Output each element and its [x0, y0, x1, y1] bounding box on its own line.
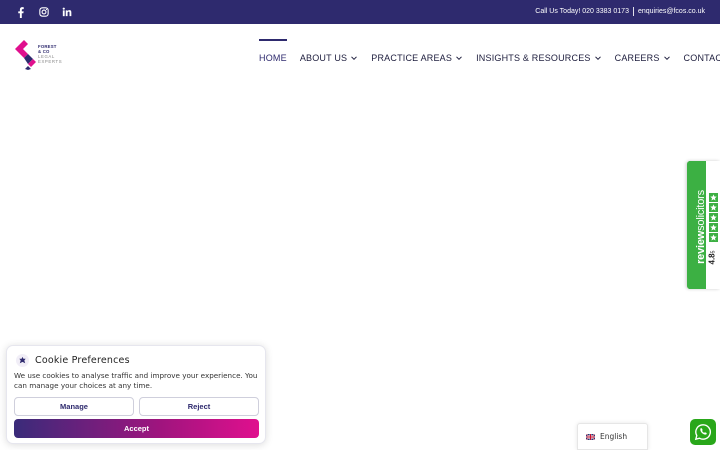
nav-item-about-us[interactable]: ABOUT US — [300, 53, 358, 63]
cookie-banner: Cookie Preferences We use cookies to ana… — [6, 345, 266, 444]
reject-button[interactable]: Reject — [139, 397, 259, 416]
instagram-icon[interactable] — [37, 5, 51, 19]
chevron-down-icon — [594, 56, 601, 61]
review-brand: reviewsolicitors — [695, 172, 707, 282]
star-icon — [709, 193, 718, 202]
rating-value: 4.85 — [708, 251, 717, 265]
cookie-icon — [16, 354, 29, 367]
review-solicitors-widget[interactable]: reviewsolicitors 4.85 — [687, 161, 720, 289]
top-bar: Call Us Today! 020 3383 0173 enquiries@f… — [0, 0, 720, 24]
review-brand-b: solicitors — [695, 190, 707, 231]
nav-item-label: HOME — [259, 53, 287, 63]
contact-info: Call Us Today! 020 3383 0173 enquiries@f… — [535, 7, 705, 16]
chevron-down-icon — [663, 56, 670, 61]
star-rating — [709, 193, 718, 242]
manage-button[interactable]: Manage — [14, 397, 134, 416]
linkedin-icon[interactable] — [60, 5, 74, 19]
cookie-title: Cookie Preferences — [35, 355, 130, 366]
nav-item-home[interactable]: HOME — [259, 39, 287, 63]
nav-item-insights-resources[interactable]: INSIGHTS & RESOURCES — [476, 53, 602, 63]
star-icon — [709, 213, 718, 222]
nav-item-careers[interactable]: CAREERS — [615, 53, 671, 63]
cookie-header: Cookie Preferences — [16, 354, 130, 367]
whatsapp-button[interactable] — [690, 419, 716, 445]
star-icon — [709, 233, 718, 242]
nav-item-label: ABOUT US — [299, 53, 348, 63]
nav-item-contact[interactable]: CONTACT — [684, 53, 720, 63]
accept-button[interactable]: Accept — [14, 419, 259, 438]
logo-text: FOREST & CO LEGAL EXPERTS — [38, 44, 62, 64]
star-icon — [709, 203, 718, 212]
facebook-icon[interactable] — [14, 5, 28, 19]
rating-max: 5 — [710, 250, 717, 254]
nav-item-label: CAREERS — [614, 53, 660, 63]
cookie-message: We use cookies to analyse traffic and im… — [14, 371, 258, 390]
divider — [632, 7, 634, 16]
nav-item-label: INSIGHTS & RESOURCES — [476, 53, 591, 63]
uk-flag-icon — [586, 433, 595, 440]
language-switcher[interactable]: English — [577, 423, 648, 450]
star-icon — [709, 223, 718, 232]
nav-item-practice-areas[interactable]: PRACTICE AREAS — [371, 53, 463, 63]
language-label: English — [600, 432, 628, 441]
nav-item-label: CONTACT — [683, 53, 720, 63]
chevron-down-icon — [351, 56, 358, 61]
review-brand-a: review — [695, 230, 707, 264]
nav-item-label: PRACTICE AREAS — [371, 53, 453, 63]
logo-line: EXPERTS — [38, 59, 63, 64]
chevron-down-icon — [456, 56, 462, 61]
rating-score: 4.8 — [707, 253, 717, 265]
phone-link[interactable]: Call Us Today! 020 3383 0173 — [535, 8, 629, 15]
whatsapp-icon — [694, 424, 711, 441]
main-nav: HOME ABOUT US PRACTICE AREAS INSIGHTS & … — [259, 39, 720, 63]
email-link[interactable]: enquiries@fcos.co.uk — [638, 8, 705, 15]
social-links — [14, 5, 74, 19]
